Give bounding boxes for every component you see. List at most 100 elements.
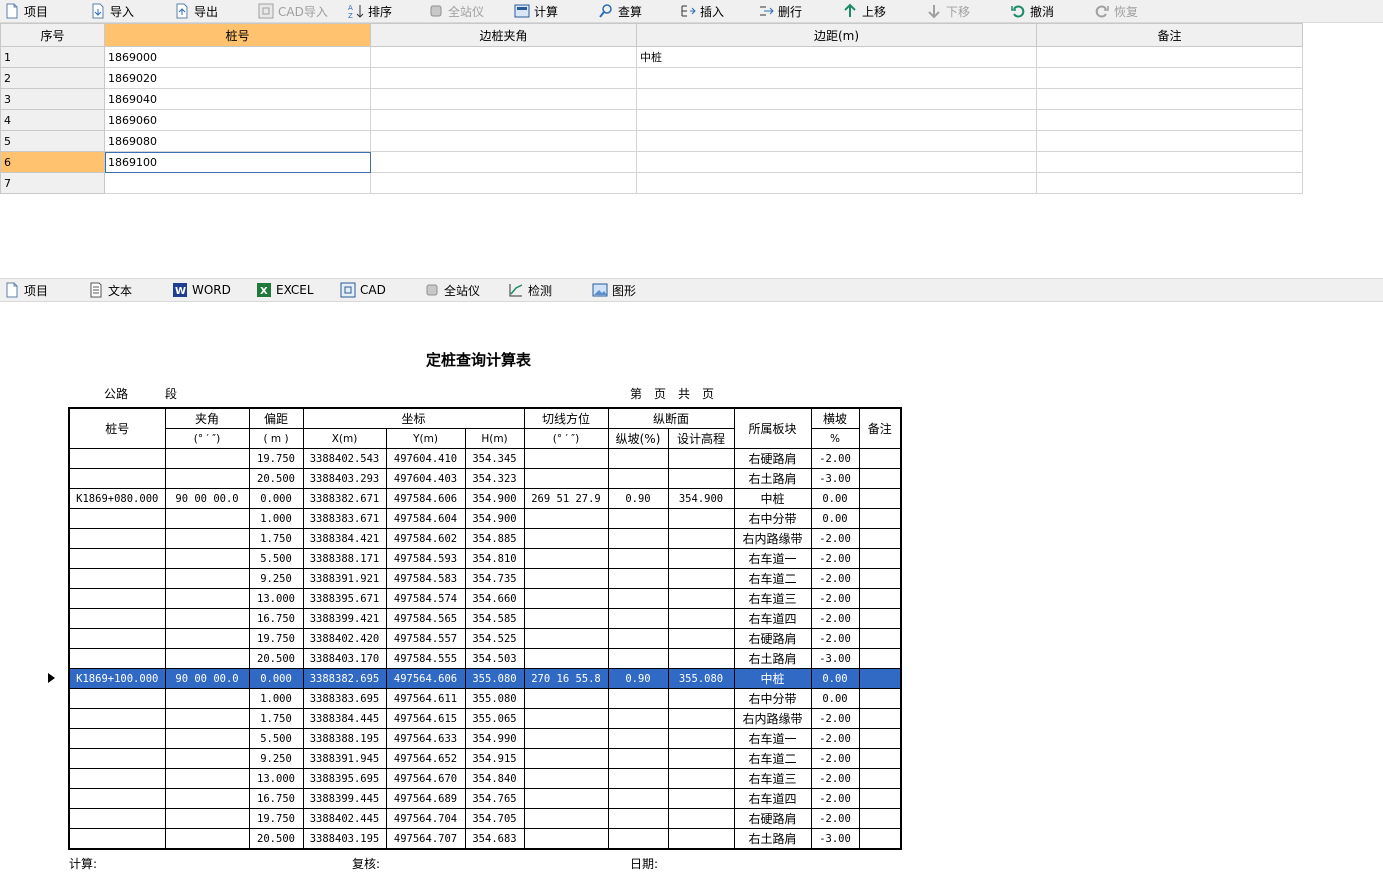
report-toolbar-button-5[interactable]: 全站仪 [420,279,504,301]
grid-col-header-4[interactable]: 备注 [1036,23,1303,47]
grid-row[interactable]: 1 1869000 中桩 [0,46,1303,68]
toolbar-button-5[interactable]: 全站仪 [424,0,510,22]
grid-cell-offset[interactable]: 中桩 [636,46,1037,68]
grid-cell-stake[interactable]: 1869060 [104,109,371,131]
grid-cell-angle[interactable] [370,109,637,131]
report-cell-stake [68,648,166,669]
toolbar-button-3[interactable]: CAD导入 [254,0,344,22]
grid-row[interactable]: 3 1869040 [0,88,1303,110]
report-row[interactable]: K1869+080.000 90 00 00.0 0.000 3388382.671 4… [68,488,902,509]
grid-cell-note[interactable] [1036,172,1303,194]
grid-row-number[interactable]: 1 [0,46,105,68]
grid-cell-note[interactable] [1036,109,1303,131]
report-row[interactable]: 19.750 3388402.420 497584.557 354.525 右硬路肩 -2… [68,628,902,649]
grid-cell-stake[interactable]: 1869000 [104,46,371,68]
grid-row[interactable]: 4 1869060 [0,109,1303,131]
report-cell-y: 497584.565 [385,608,466,629]
grid-row[interactable]: 7 [0,172,1303,194]
grid-cell-stake[interactable]: 1869040 [104,88,371,110]
report-row[interactable]: 9.250 3388391.945 497564.652 354.915 右车道二 -2.… [68,748,902,769]
report-row[interactable]: 5.500 3388388.195 497564.633 354.990 右车道一 -2.… [68,728,902,749]
grid-cell-stake[interactable]: 1869020 [104,67,371,89]
grid-cell-offset[interactable] [636,151,1037,173]
toolbar-button-11[interactable]: 下移 [922,0,1006,22]
report-row[interactable]: 1.750 3388384.445 497564.615 355.065 右内路缘带 -2… [68,708,902,729]
grid-row-number[interactable]: 5 [0,130,105,152]
toolbar-button-10[interactable]: 上移 [838,0,922,22]
toolbar-button-9[interactable]: 删行 [754,0,838,22]
report-toolbar-button-2[interactable]: W WORD [168,279,252,301]
grid-cell-angle[interactable] [370,151,637,173]
report-cell-angle [164,548,250,569]
grid-col-header-2[interactable]: 边桩夹角 [370,23,637,47]
toolbar-button-0[interactable]: 项目 [0,0,86,22]
report-row[interactable]: K1869+100.000 90 00 00.0 0.000 3388382.695 4… [68,668,902,689]
grid-cell-note[interactable] [1036,130,1303,152]
grid-col-header-0[interactable]: 序号 [0,23,105,47]
toolbar-button-8[interactable]: 插入 [676,0,754,22]
report-row[interactable]: 19.750 3388402.445 497564.704 354.705 右硬路肩 -2… [68,808,902,829]
toolbar-button-12[interactable]: 撤消 [1006,0,1090,22]
report-row[interactable]: 1.750 3388384.421 497584.602 354.885 右内路缘带 -2… [68,528,902,549]
report-row[interactable]: 20.500 3388403.293 497604.403 354.323 右土路肩 -3… [68,468,902,489]
report-cell-bearing [523,528,609,549]
grid-cell-note[interactable] [1036,67,1303,89]
report-toolbar-button-1[interactable]: 文本 [84,279,168,301]
report-row[interactable]: 9.250 3388391.921 497584.583 354.735 右车道二 -2.… [68,568,902,589]
toolbar-button-4[interactable]: A Z 排序 [344,0,424,22]
grid-cell-stake[interactable] [104,172,371,194]
grid-cell-offset[interactable] [636,172,1037,194]
report-toolbar-button-3[interactable]: X EXCEL [252,279,336,301]
grid-row-number[interactable]: 2 [0,67,105,89]
report-row[interactable]: 1.000 3388383.695 497564.611 355.080 右中分带 0.0… [68,688,902,709]
grid-col-header-1[interactable]: 桩号 [104,23,371,47]
report-toolbar-button-6[interactable]: 检测 [504,279,588,301]
report-toolbar-button-4[interactable]: CAD [336,279,420,301]
report-row[interactable]: 1.000 3388383.671 497584.604 354.900 右中分带 0.0… [68,508,902,529]
report-cell-block: 右内路缘带 [733,528,812,549]
grid-row[interactable]: 5 1869080 [0,130,1303,152]
report-row[interactable]: 20.500 3388403.170 497584.555 354.503 右土路肩 -3… [68,648,902,669]
report-row[interactable]: 16.750 3388399.445 497564.689 354.765 右车道四 -2… [68,788,902,809]
toolbar-button-7[interactable]: 查算 [594,0,676,22]
report-toolbar-button-0[interactable]: 项目 [0,279,84,301]
toolbar-button-2[interactable]: 导出 [170,0,254,22]
toolbar-button-1[interactable]: 导入 [86,0,170,22]
grid-cell-note[interactable] [1036,88,1303,110]
grid-cell-angle[interactable] [370,46,637,68]
report-row[interactable]: 16.750 3388399.421 497584.565 354.585 右车道四 -2… [68,608,902,629]
report-row[interactable]: 5.500 3388388.171 497584.593 354.810 右车道一 -2.… [68,548,902,569]
grid-cell-angle[interactable] [370,130,637,152]
report-cell-bearing [523,728,609,749]
grid-cell-stake[interactable]: 1869080 [104,130,371,152]
grid-cell-offset[interactable] [636,88,1037,110]
toolbar-button-13[interactable]: 恢复 [1090,0,1174,22]
report-cell-elev: 354.900 [667,488,735,509]
main-toolbar: 项目 导入 导出 CAD导入 A Z 排序 全站仪 计算 查算 插入 删行 上移 下移 撤消 恢复 [0,0,1383,23]
report-row[interactable]: 19.750 3388402.543 497604.410 354.345 右硬路肩 -2… [68,448,902,469]
report-cell-grade [607,528,669,549]
grid-row[interactable]: 6 1869100 [0,151,1303,173]
report-cell-bearing [523,768,609,789]
grid-row-number[interactable]: 4 [0,109,105,131]
grid-row-number[interactable]: 3 [0,88,105,110]
grid-row[interactable]: 2 1869020 [0,67,1303,89]
report-row[interactable]: 13.000 3388395.695 497564.670 354.840 右车道三 -2… [68,768,902,789]
grid-cell-note[interactable] [1036,46,1303,68]
grid-cell-offset[interactable] [636,109,1037,131]
grid-row-number[interactable]: 6 [0,151,105,173]
grid-row-number[interactable]: 7 [0,172,105,194]
grid-cell-offset[interactable] [636,130,1037,152]
grid-col-header-3[interactable]: 边距(m) [636,23,1037,47]
grid-cell-stake[interactable]: 1869100 [104,151,371,173]
grid-cell-angle[interactable] [370,172,637,194]
grid-cell-note[interactable] [1036,151,1303,173]
report-row[interactable]: 13.000 3388395.671 497584.574 354.660 右车道三 -2… [68,588,902,609]
report-row[interactable]: 20.500 3388403.195 497564.707 354.683 右土路肩 -3… [68,828,902,850]
grid-cell-angle[interactable] [370,67,637,89]
grid-cell-angle[interactable] [370,88,637,110]
report-toolbar-button-7[interactable]: 图形 [588,279,672,301]
grid-cell-offset[interactable] [636,67,1037,89]
report-cell-y: 497564.707 [385,828,466,850]
toolbar-button-6[interactable]: 计算 [510,0,594,22]
